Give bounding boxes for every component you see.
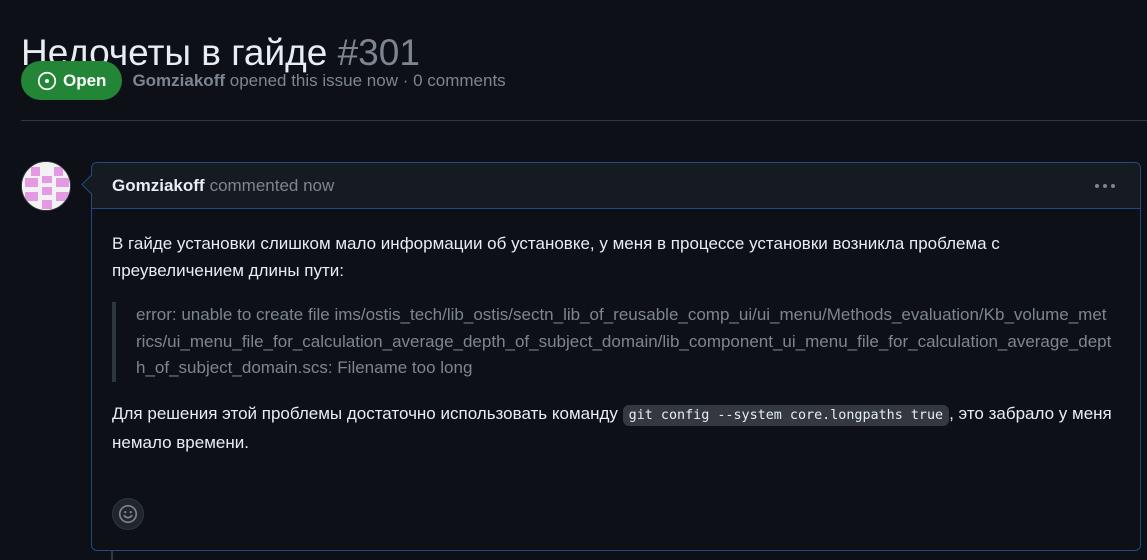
issue-page: Недочеты в гайде #301 Open Gomziakoff op… [0, 0, 1147, 560]
comment-author-link[interactable]: Gomziakoff [112, 176, 205, 196]
issue-opened-icon [37, 71, 57, 90]
comment-paragraph-2-start: Для решения этой проблемы достаточно исп… [112, 403, 623, 423]
header-divider [21, 120, 1147, 121]
comment-header: Gomziakoff commented now [92, 163, 1140, 209]
comment-options-button[interactable] [1090, 175, 1120, 197]
status-label: Open [63, 70, 107, 90]
issue-meta-text: Gomziakoff opened this issue now · 0 com… [132, 71, 505, 91]
issue-opened-text: opened this issue now · 0 comments [229, 70, 506, 90]
timeline-connector [111, 551, 113, 560]
error-blockquote: error: unable to create file ims/ostis_t… [112, 302, 1112, 382]
issue-meta: Open Gomziakoff opened this issue now · … [21, 61, 506, 100]
smiley-icon [118, 504, 138, 524]
inline-code: git config --system core.longpaths true [622, 404, 950, 426]
identicon-image [22, 162, 70, 210]
issue-author-link[interactable]: Gomziakoff [132, 71, 225, 90]
comment-timestamp[interactable]: commented now [210, 176, 335, 196]
add-reaction-button[interactable] [112, 498, 144, 530]
status-badge: Open [21, 61, 123, 100]
avatar[interactable] [21, 161, 71, 211]
comment-paragraph-1: В гайде установки слишком мало информаци… [112, 234, 1000, 280]
kebab-horizontal-icon [1095, 184, 1115, 188]
comment-body: В гайде установки слишком мало информаци… [112, 230, 1112, 456]
comment-paragraph-2: Для решения этой проблемы достаточно исп… [112, 400, 1112, 456]
comment-container: Gomziakoff commented now В гайде установ… [91, 162, 1141, 551]
